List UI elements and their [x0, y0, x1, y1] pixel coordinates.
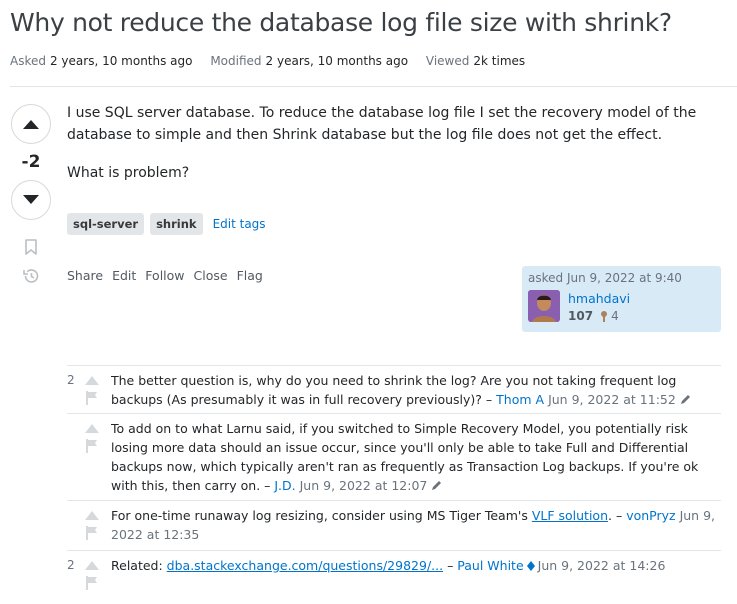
comment-user[interactable]: vonPryz: [626, 508, 675, 523]
pencil-icon: [680, 395, 690, 404]
upvote-button[interactable]: [11, 104, 51, 144]
follow-link[interactable]: Follow: [145, 268, 184, 283]
flag-icon[interactable]: [85, 439, 98, 453]
flag-link[interactable]: Flag: [237, 268, 263, 283]
comment-user[interactable]: J.D.: [274, 478, 295, 493]
comment-date[interactable]: Jun 9, 2022 at 11:52: [548, 392, 676, 407]
comment: 2 The better question is, why do you nee…: [67, 365, 721, 413]
bronze-badge-icon: [601, 310, 608, 322]
reputation-score: 107: [568, 309, 594, 323]
comment-upvote-icon[interactable]: [84, 559, 100, 571]
owner-name[interactable]: hmahdavi: [568, 291, 630, 306]
tag-list: sql-server shrink Edit tags: [67, 213, 266, 235]
asked-label: Asked: [10, 54, 46, 68]
comment-body: To add on to what Larnu said, if you swi…: [111, 419, 717, 495]
vote-column: -2: [10, 104, 52, 220]
comment: For one-time runaway log resizing, consi…: [67, 500, 721, 550]
comment-body: For one-time runaway log resizing, consi…: [111, 506, 717, 544]
flag-icon[interactable]: [85, 526, 98, 540]
comment-text: Related:: [111, 558, 163, 573]
bronze-count: 4: [611, 309, 619, 323]
close-link[interactable]: Close: [194, 268, 228, 283]
comment-user[interactable]: Thom A: [496, 392, 544, 407]
pencil-icon: [432, 481, 442, 490]
body-paragraph: What is problem?: [67, 165, 190, 181]
question-title[interactable]: Why not reduce the database log file siz…: [10, 8, 672, 37]
header-divider: [10, 86, 737, 87]
comment-date[interactable]: Jun 9, 2022 at 12:07: [300, 478, 428, 493]
downvote-icon: [23, 195, 39, 204]
share-link[interactable]: Share: [67, 268, 103, 283]
question-meta: Asked 2 years, 10 months ago Modified 2 ye…: [10, 54, 539, 68]
body-paragraph: I use SQL server database. To reduce the…: [67, 105, 697, 143]
avatar[interactable]: [528, 290, 560, 322]
edit-tags-link[interactable]: Edit tags: [213, 217, 266, 231]
comment-user[interactable]: Paul White: [457, 558, 523, 573]
moderator-diamond-icon: [526, 561, 535, 571]
comment-score: 2: [67, 558, 75, 572]
question-body: I use SQL server database. To reduce the…: [67, 102, 727, 200]
asked-value: 2 years, 10 months ago: [49, 54, 193, 68]
vlf-solution-link[interactable]: VLF solution: [532, 508, 608, 523]
flag-icon[interactable]: [85, 391, 98, 405]
owner-card: asked Jun 9, 2022 at 9:40 hmahdavi 107 4: [522, 266, 721, 332]
flag-icon[interactable]: [85, 576, 98, 590]
vote-count: -2: [21, 152, 41, 172]
asked-date[interactable]: asked Jun 9, 2022 at 9:40: [528, 271, 682, 285]
comment-body: The better question is, why do you need …: [111, 371, 717, 409]
owner-reputation: 107 4: [568, 309, 619, 323]
upvote-icon: [23, 120, 39, 129]
comment-upvote-icon[interactable]: [84, 422, 100, 434]
comment-text: For one-time runaway log resizing, consi…: [111, 508, 528, 523]
comment-upvote-icon[interactable]: [84, 374, 100, 386]
comment-upvote-icon[interactable]: [84, 509, 100, 521]
comment-text: –: [447, 558, 454, 573]
comment: To add on to what Larnu said, if you swi…: [67, 413, 721, 500]
post-actions: Share Edit Follow Close Flag: [67, 268, 263, 283]
downvote-button[interactable]: [11, 180, 51, 220]
avatar-image: [528, 290, 560, 322]
viewed-label: Viewed: [425, 54, 470, 68]
comment-body: Related: dba.stackexchange.com/questions…: [111, 556, 717, 575]
history-icon[interactable]: [22, 267, 40, 285]
viewed-value: 2k times: [473, 54, 526, 68]
tag-sql-server[interactable]: sql-server: [67, 213, 145, 235]
related-question-link[interactable]: dba.stackexchange.com/questions/29829/..…: [167, 558, 443, 573]
modified-value[interactable]: 2 years, 10 months ago: [266, 54, 409, 68]
comment-score: 2: [67, 373, 75, 387]
edit-link[interactable]: Edit: [112, 268, 136, 283]
tag-shrink[interactable]: shrink: [150, 213, 203, 235]
modified-label: Modified: [210, 54, 262, 68]
comment: 2 Related: dba.stackexchange.com/questio…: [67, 550, 721, 600]
comment-text: . –: [608, 508, 623, 523]
bookmark-icon[interactable]: [22, 238, 40, 256]
comment-date[interactable]: Jun 9, 2022 at 14:26: [538, 558, 666, 573]
